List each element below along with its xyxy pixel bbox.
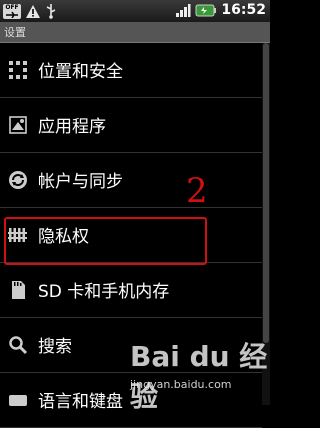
menu-item-label: 位置和安全: [38, 62, 123, 82]
warning-icon: [26, 4, 40, 18]
keyboard-icon: [9, 395, 27, 406]
status-right: 16:52: [175, 2, 266, 18]
menu-item-label: 语言和键盘: [38, 392, 123, 412]
sd-card-icon: [12, 281, 25, 299]
menu-item-location-security[interactable]: 位置和安全: [0, 43, 262, 98]
scroll-thumb[interactable]: [263, 43, 269, 343]
sync-icon: [9, 171, 27, 189]
menu-item-label: 搜索: [38, 337, 72, 357]
menu-item-sd-card-storage[interactable]: SD 卡和手机内存: [0, 263, 262, 318]
search-icon: [9, 336, 28, 355]
watermark-url: jingyan.baidu.com: [130, 378, 232, 391]
menu-item-applications[interactable]: 应用程序: [0, 98, 262, 153]
menu-item-label: SD 卡和手机内存: [38, 282, 170, 302]
menu-item-accounts-sync[interactable]: 帐户与同步: [0, 153, 262, 208]
annotation-number: 2: [186, 171, 208, 211]
battery-icon: [195, 4, 217, 16]
usb-icon: [46, 4, 56, 19]
airplane-off-icon: OFF: [3, 3, 21, 19]
signal-icon: [176, 4, 191, 17]
location-security-icon: [9, 61, 27, 79]
clock: 16:52: [221, 2, 266, 18]
page-title: 设置: [4, 26, 26, 39]
menu-item-label: 帐户与同步: [38, 172, 123, 192]
applications-icon: [9, 116, 27, 134]
annotation-highlight-box: [4, 217, 207, 265]
off-label: OFF: [5, 3, 19, 11]
title-bar: 设置: [0, 22, 270, 43]
watermark-brand: Bai du 经验: [130, 340, 268, 413]
menu-item-label: 应用程序: [38, 117, 106, 137]
status-left: OFF: [3, 3, 57, 19]
status-bar: OFF 16:52: [0, 0, 270, 22]
watermark: Bai du 经验 jingyan.baidu.com: [130, 335, 270, 413]
